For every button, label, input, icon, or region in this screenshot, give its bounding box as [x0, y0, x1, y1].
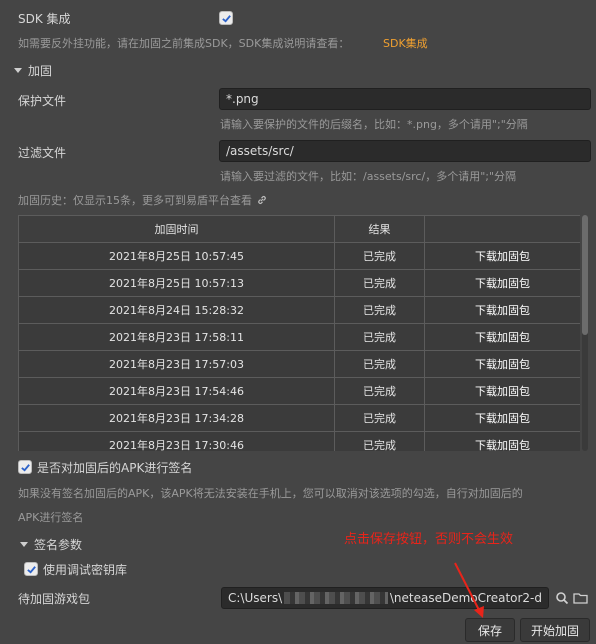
package-path-input[interactable]: C:\Users\ \neteaseDemoCreator2-d — [221, 587, 549, 609]
row-time: 2021年8月25日 10:57:13 — [18, 269, 335, 297]
table-row: 2021年8月24日 15:28:32 已完成 下载加固包 — [18, 296, 580, 324]
search-button[interactable] — [553, 589, 571, 607]
sdk-checkbox[interactable] — [219, 11, 233, 25]
table-row: 2021年8月23日 17:30:46 已完成 下载加固包 — [18, 431, 580, 451]
table-row: 2021年8月23日 17:54:46 已完成 下载加固包 — [18, 377, 580, 405]
debug-keystore-label: 使用调试密钥库 — [43, 563, 128, 577]
sign-params-section-header[interactable]: 签名参数 — [20, 536, 82, 553]
row-result: 已完成 — [334, 431, 425, 451]
column-header-result: 结果 — [334, 215, 425, 243]
column-header-time: 加固时间 — [18, 215, 335, 243]
link-icon — [258, 195, 266, 205]
download-package-button[interactable]: 下载加固包 — [424, 377, 580, 405]
table-scrollbar-thumb[interactable] — [582, 215, 588, 335]
row-result: 已完成 — [334, 242, 425, 270]
table-row: 2021年8月23日 17:58:11 已完成 下载加固包 — [18, 323, 580, 351]
protect-file-hint: 请输入要保护的文件的后缀名，比如：*.png，多个请用";"分隔 — [220, 118, 528, 131]
table-row: 2021年8月25日 10:57:45 已完成 下载加固包 — [18, 242, 580, 270]
collapse-triangle-icon — [14, 68, 22, 73]
debug-keystore-checkbox[interactable] — [24, 562, 38, 576]
filter-file-input[interactable]: /assets/src/ — [219, 140, 591, 162]
row-result: 已完成 — [334, 323, 425, 351]
row-time: 2021年8月23日 17:58:11 — [18, 323, 335, 351]
check-icon — [221, 14, 231, 23]
sign-apk-label: 是否对加固后的APK进行签名 — [37, 461, 193, 475]
save-annotation: 点击保存按钮，否则不会生效 — [344, 532, 514, 547]
row-result: 已完成 — [334, 404, 425, 432]
download-package-button[interactable]: 下载加固包 — [424, 269, 580, 297]
sdk-doc-link[interactable]: SDK集成 — [383, 35, 428, 51]
sign-hint-line1: 如果没有签名加固后的APK，该APK将无法安装在手机上，您可以取消对该选项的勾选… — [18, 487, 523, 500]
row-time: 2021年8月24日 15:28:32 — [18, 296, 335, 324]
protect-file-value: *.png — [226, 92, 259, 106]
table-row: 2021年8月23日 17:34:28 已完成 下载加固包 — [18, 404, 580, 432]
download-package-button[interactable]: 下载加固包 — [424, 404, 580, 432]
history-note-text: 加固历史：仅显示15条，更多可到易盾平台查看 — [18, 194, 252, 207]
row-result: 已完成 — [334, 350, 425, 378]
row-result: 已完成 — [334, 269, 425, 297]
check-icon — [26, 565, 36, 574]
table-row: 2021年8月25日 10:57:13 已完成 下载加固包 — [18, 269, 580, 297]
row-time: 2021年8月23日 17:30:46 — [18, 431, 335, 451]
history-table-container: 加固时间 结果 2021年8月25日 10:57:45 已完成 下载加固包 20… — [18, 215, 580, 451]
start-reinforce-button[interactable]: 开始加固 — [520, 618, 590, 642]
row-time: 2021年8月25日 10:57:45 — [18, 242, 335, 270]
protect-file-input[interactable]: *.png — [219, 88, 591, 110]
protect-file-label: 保护文件 — [18, 94, 67, 108]
row-time: 2021年8月23日 17:34:28 — [18, 404, 335, 432]
collapse-triangle-icon — [20, 542, 28, 547]
download-package-button[interactable]: 下载加固包 — [424, 431, 580, 451]
download-package-button[interactable]: 下载加固包 — [424, 242, 580, 270]
download-package-button[interactable]: 下载加固包 — [424, 323, 580, 351]
row-result: 已完成 — [334, 296, 425, 324]
folder-icon — [573, 593, 588, 604]
check-icon — [20, 463, 30, 472]
history-table: 加固时间 结果 2021年8月25日 10:57:45 已完成 下载加固包 20… — [18, 215, 580, 451]
package-label: 待加固游戏包 — [18, 592, 91, 606]
row-time: 2021年8月23日 17:57:03 — [18, 350, 335, 378]
table-header-row: 加固时间 结果 — [18, 215, 580, 243]
filter-file-label: 过滤文件 — [18, 146, 67, 160]
table-row: 2021年8月23日 17:57:03 已完成 下载加固包 — [18, 350, 580, 378]
save-button[interactable]: 保存 — [465, 618, 515, 642]
history-note[interactable]: 加固历史：仅显示15条，更多可到易盾平台查看 — [18, 192, 268, 208]
filter-file-value: /assets/src/ — [226, 144, 294, 158]
sign-params-title: 签名参数 — [34, 538, 83, 552]
sign-hint-line2: APK进行签名 — [18, 511, 84, 524]
browse-folder-button[interactable] — [572, 589, 590, 607]
row-result: 已完成 — [334, 377, 425, 405]
download-package-button[interactable]: 下载加固包 — [424, 350, 580, 378]
reinforce-section-title: 加固 — [28, 64, 53, 78]
annotation-arrow — [454, 562, 484, 618]
sdk-label: SDK 集成 — [18, 12, 71, 26]
sdk-hint: 如需要反外挂功能，请在加固之前集成SDK，SDK集成说明请查看： — [18, 37, 350, 50]
reinforce-section-header[interactable]: 加固 — [14, 62, 52, 79]
column-header-action — [424, 215, 580, 243]
package-path-prefix: C:\Users\ — [228, 591, 283, 605]
download-package-button[interactable]: 下载加固包 — [424, 296, 580, 324]
blurred-username — [284, 592, 388, 604]
search-icon — [556, 592, 569, 605]
filter-file-hint: 请输入要过滤的文件，比如：/assets/src/，多个请用";"分隔 — [220, 170, 517, 183]
row-time: 2021年8月23日 17:54:46 — [18, 377, 335, 405]
sign-apk-checkbox[interactable] — [18, 460, 32, 474]
